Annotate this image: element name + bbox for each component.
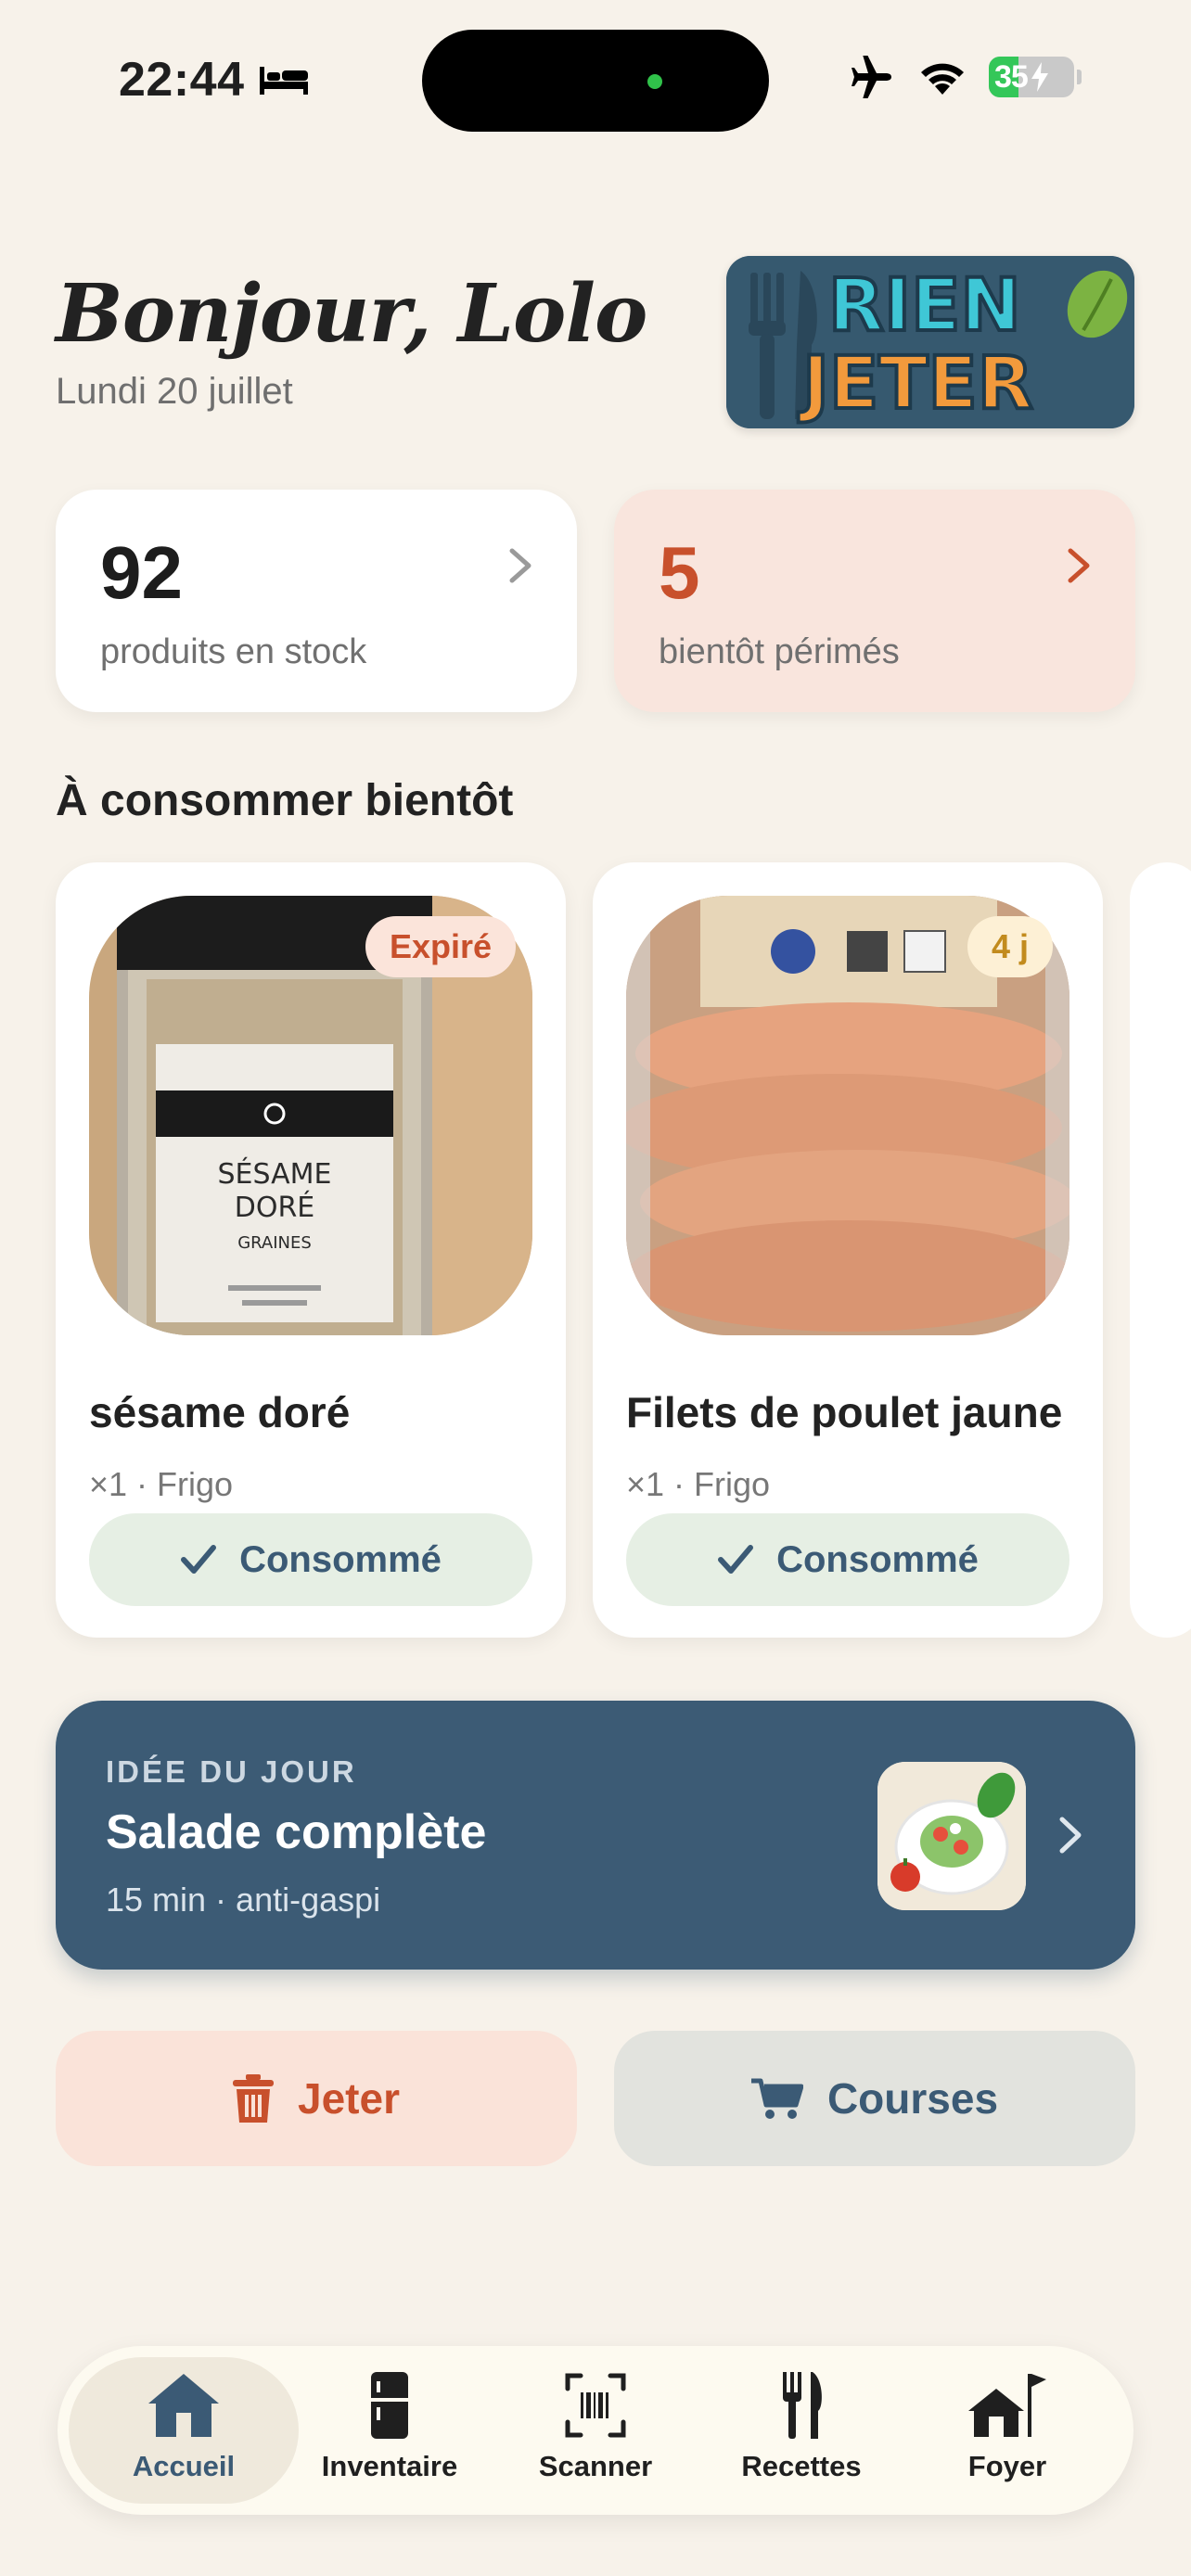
checkmark-icon (718, 1545, 754, 1574)
charging-bolt-icon (1031, 62, 1048, 92)
expiring-soon-value: 5 (659, 531, 700, 614)
greeting-title: Bonjour, Lolo (56, 267, 647, 361)
status-icons: 35 (848, 56, 1082, 98)
expiring-soon-label: bientôt périmés (659, 632, 900, 671)
barcode-scan-icon (565, 2373, 626, 2438)
tab-inventory[interactable]: Inventaire (275, 2357, 505, 2504)
product-card[interactable]: 4 j Filets de poulet jaune ×1 · Frigo Co… (593, 862, 1103, 1638)
section-title-consume-soon: À consommer bientôt (56, 776, 514, 825)
status-time-text: 22:44 (119, 53, 245, 107)
product-name: sésame doré (89, 1388, 351, 1436)
tab-home[interactable]: Accueil (69, 2357, 299, 2504)
tab-scanner[interactable]: Scanner (480, 2357, 711, 2504)
product-meta: ×1 · Frigo (626, 1465, 771, 1503)
throw-away-button[interactable]: Jeter (56, 2031, 577, 2166)
stock-count-value: 92 (100, 531, 183, 614)
jar-label-line3: GRAINES (237, 1233, 312, 1253)
tab-recipes[interactable]: Recettes (686, 2357, 916, 2504)
airplane-mode-icon (852, 56, 891, 98)
cart-icon (750, 2078, 803, 2119)
shopping-list-button[interactable]: Courses (614, 2031, 1135, 2166)
house-flag-icon (968, 2374, 1046, 2437)
expiry-badge: 4 j (967, 916, 1053, 977)
tab-label: Foyer (967, 2450, 1047, 2482)
bottom-tab-bar: Accueil Inventaire Scanner Recettes Foye… (58, 2346, 1133, 2515)
tab-household[interactable]: Foyer (892, 2357, 1122, 2504)
dynamic-island (422, 30, 769, 132)
chevron-right-icon (509, 548, 531, 583)
chevron-right-icon (1059, 1817, 1082, 1854)
checkmark-icon (181, 1545, 217, 1574)
tab-label: Inventaire (321, 2450, 458, 2482)
jar-label-line2: DORÉ (235, 1191, 315, 1224)
battery-indicator: 35 (989, 57, 1074, 97)
logo-line2: JETER (798, 342, 1033, 426)
wifi-icon (921, 63, 964, 95)
trash-icon (233, 2074, 275, 2123)
product-name: Filets de poulet jaune (626, 1388, 1063, 1436)
fridge-icon (371, 2372, 408, 2439)
throw-away-label: Jeter (298, 2074, 400, 2123)
status-time: 22:44 (119, 52, 310, 108)
product-meta: ×1 · Frigo (89, 1465, 234, 1503)
stock-count-card[interactable]: 92 produits en stock (56, 490, 577, 712)
sleep-bed-icon (259, 67, 308, 95)
fork-knife-icon (783, 2372, 822, 2439)
rien-jeter-logo: RIEN JETER (726, 256, 1134, 428)
product-card-peek[interactable] (1130, 862, 1191, 1638)
jar-label-line1: SÉSAME (218, 1157, 332, 1191)
shopping-list-label: Courses (826, 2074, 999, 2123)
chevron-right-icon (1068, 548, 1090, 583)
current-date: Lundi 20 juillet (56, 371, 293, 412)
expiring-soon-card[interactable]: 5 bientôt périmés (614, 490, 1135, 712)
stock-count-label: produits en stock (100, 632, 367, 671)
consumed-button[interactable]: Consommé (89, 1513, 532, 1606)
product-card[interactable]: SÉSAME DORÉ GRAINES Expiré sésame doré ×… (56, 862, 566, 1638)
recipe-idea-card[interactable]: IDÉE DU JOUR Salade complète 15 min · an… (56, 1701, 1135, 1970)
idea-title: Salade complète (106, 1805, 487, 1859)
battery-level: 35 (994, 58, 1029, 95)
consumed-button-label: Consommé (776, 1538, 979, 1580)
logo-line1: RIEN (828, 264, 1021, 348)
tab-label: Recettes (741, 2450, 862, 2482)
idea-subtitle: 15 min · anti-gaspi (106, 1881, 381, 1919)
idea-kicker: IDÉE DU JOUR (106, 1754, 357, 1789)
tab-label: Accueil (132, 2450, 236, 2482)
tab-label: Scanner (538, 2450, 653, 2482)
consumed-button-label: Consommé (239, 1538, 442, 1580)
salad-plate-icon (877, 1762, 1026, 1910)
home-icon (148, 2374, 219, 2437)
expiry-badge: Expiré (365, 916, 516, 977)
consumed-button[interactable]: Consommé (626, 1513, 1069, 1606)
